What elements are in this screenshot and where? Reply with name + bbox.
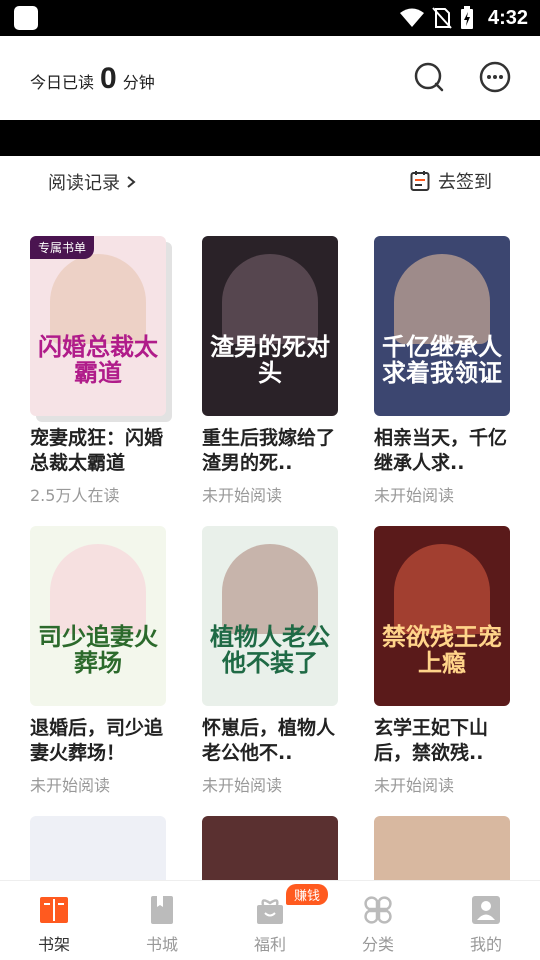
read-suffix: 分钟 xyxy=(122,73,155,92)
tab-profile[interactable]: 我的 xyxy=(432,881,540,960)
shelf-toolbar: 阅读记录 去签到 xyxy=(0,156,540,208)
book-cover: 司少追妻火葬场 xyxy=(30,526,166,706)
cover-title: 植物人老公他不装了 xyxy=(210,622,330,677)
book-status: 2.5万人在读 xyxy=(30,486,120,505)
book-cover: 千亿继承人求着我领证 xyxy=(374,236,510,416)
read-minutes: 0 xyxy=(100,62,117,95)
cover-title: 禁欲残王宠上瘾 xyxy=(382,622,502,677)
tab-label: 书架 xyxy=(37,935,70,954)
book-status: 未开始阅读 xyxy=(202,776,283,795)
book-icon xyxy=(151,896,173,924)
book-title: 怀崽后，植物人老公他不.. xyxy=(202,717,336,764)
bottom-tab-bar: 书架 书城 福利 分类 我的 xyxy=(0,880,540,960)
calendar-icon xyxy=(410,171,430,191)
reading-time-today: 今日已读 0 分钟 xyxy=(30,62,155,96)
book-status: 未开始阅读 xyxy=(202,486,283,505)
tab-label: 我的 xyxy=(469,935,502,954)
read-prefix: 今日已读 xyxy=(30,73,95,92)
gift-icon xyxy=(257,899,283,924)
checkin-button[interactable]: 去签到 xyxy=(410,168,492,194)
book-title: 相亲当天，千亿继承人求.. xyxy=(374,427,508,474)
cover-illustration xyxy=(394,544,490,634)
book-cover: 渣男的死对头 xyxy=(202,236,338,416)
book-status: 未开始阅读 xyxy=(30,776,111,795)
book-cover-partial xyxy=(30,816,166,880)
cover-title: 司少追妻火葬场 xyxy=(38,622,158,677)
exclusive-list-badge: 专属书单 xyxy=(30,236,95,259)
tab-bookshelf[interactable]: 书架 xyxy=(0,881,108,960)
cover-illustration xyxy=(50,544,146,634)
category-icon xyxy=(364,896,392,924)
search-icon[interactable] xyxy=(412,60,446,94)
book-cover-partial xyxy=(202,816,338,880)
book-cover: 闪婚总裁太霸道 xyxy=(30,236,166,416)
book-status: 未开始阅读 xyxy=(374,486,455,505)
bookshelf-icon xyxy=(40,897,68,923)
status-bar: 4:32 xyxy=(0,0,540,36)
book-title: 宠妻成狂：闪婚总裁太霸道 xyxy=(30,427,164,474)
book-status: 未开始阅读 xyxy=(374,776,455,795)
book-cover: 植物人老公他不装了 xyxy=(202,526,338,706)
book-title: 重生后我嫁给了渣男的死.. xyxy=(202,427,336,474)
more-options-icon[interactable] xyxy=(478,60,512,94)
app-notification-icon xyxy=(14,6,38,30)
cover-illustration xyxy=(50,254,146,344)
tab-label: 书城 xyxy=(145,935,178,954)
banner xyxy=(0,120,540,156)
battery-charging-icon xyxy=(460,6,473,29)
wifi-icon xyxy=(399,8,424,27)
cover-title: 渣男的死对头 xyxy=(210,332,330,387)
cover-illustration xyxy=(394,254,490,344)
book-cover: 禁欲残王宠上瘾 xyxy=(374,526,510,706)
book-title: 退婚后，司少追妻火葬场！ xyxy=(30,717,164,764)
reading-history-label: 阅读记录 xyxy=(48,173,120,194)
tab-bookstore[interactable]: 书城 xyxy=(108,881,216,960)
book-cover-partial xyxy=(374,816,510,880)
tab-label: 分类 xyxy=(361,935,394,954)
tab-category[interactable]: 分类 xyxy=(324,881,432,960)
checkin-label: 去签到 xyxy=(438,172,492,193)
cover-title: 千亿继承人求着我领证 xyxy=(382,332,502,387)
reading-history-link[interactable]: 阅读记录 xyxy=(48,169,136,195)
profile-icon xyxy=(472,896,500,924)
book-title: 玄学王妃下山后，禁欲残.. xyxy=(374,717,489,764)
tab-label: 福利 xyxy=(253,935,286,954)
no-sim-icon xyxy=(432,7,452,29)
cover-title: 闪婚总裁太霸道 xyxy=(38,332,158,387)
cover-illustration xyxy=(222,254,318,344)
chevron-right-icon xyxy=(127,176,136,188)
clock: 4:32 xyxy=(487,6,528,29)
cover-illustration xyxy=(222,544,318,634)
header: 今日已读 0 分钟 xyxy=(0,36,540,120)
earn-money-badge: 赚钱 xyxy=(286,884,329,905)
